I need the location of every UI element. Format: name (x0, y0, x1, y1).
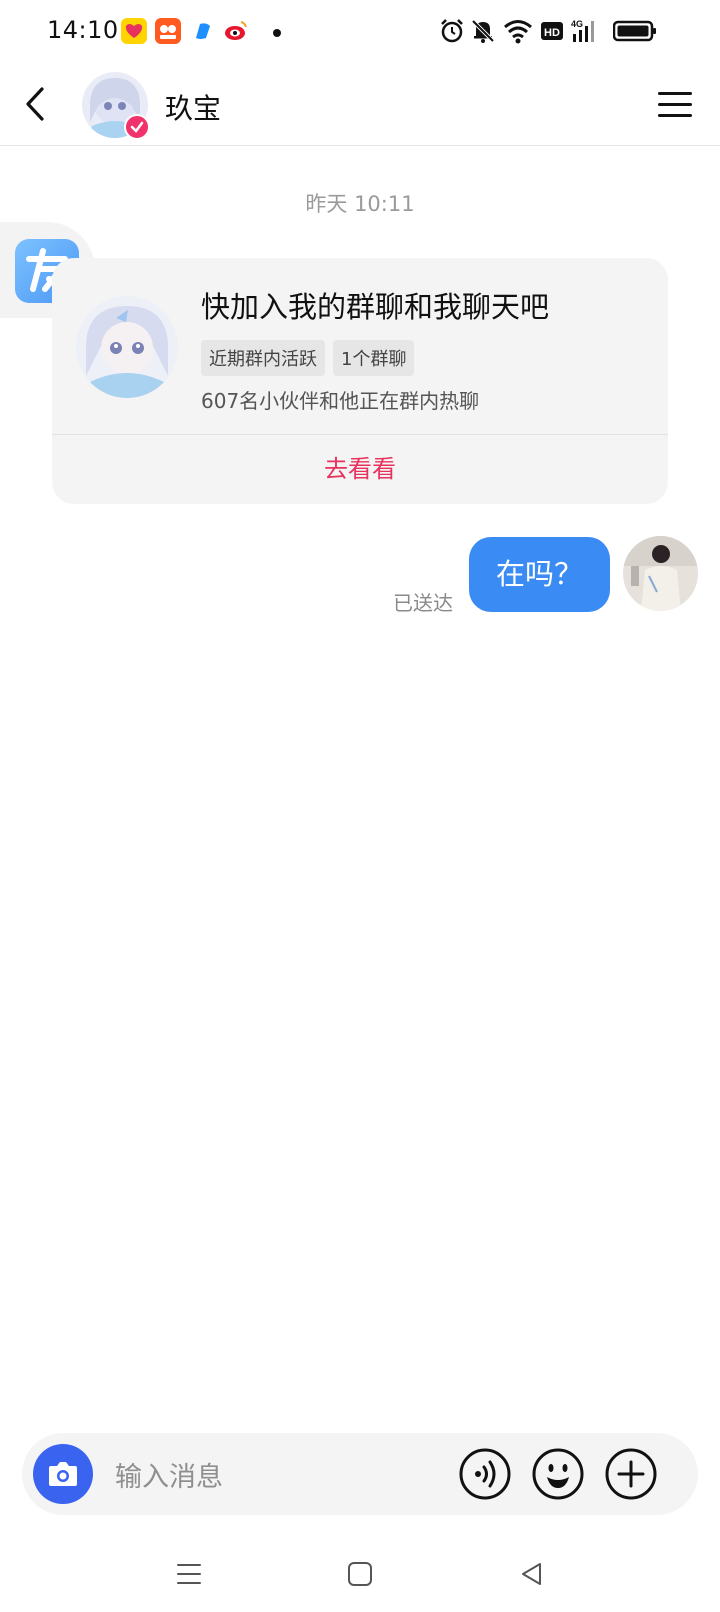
message-delivered-status: 已送达 (393, 591, 453, 615)
blue-app-icon (190, 18, 216, 44)
contact-avatar[interactable] (82, 72, 150, 140)
wifi-icon (504, 20, 532, 44)
hd-icon: HD (541, 22, 563, 40)
alarm-icon (441, 19, 463, 43)
go-see-button[interactable]: 去看看 (52, 435, 668, 504)
system-navigation-bar (0, 1540, 720, 1612)
message-timestamp: 昨天 10:11 (305, 192, 415, 216)
camera-button[interactable] (33, 1444, 93, 1504)
plus-button[interactable] (604, 1447, 658, 1501)
contact-name: 玖宝 (165, 92, 222, 125)
home-button[interactable] (346, 1560, 374, 1588)
tag-recent-active: 近期群内活跃 (201, 340, 325, 376)
group-card-tags: 近期群内活跃 1个群聊 (201, 340, 415, 376)
status-time: 14:10 (47, 16, 119, 44)
status-bar: 14:10 HD 4G (0, 0, 720, 64)
emoji-button[interactable] (531, 1447, 585, 1501)
chat-header: 玖宝 (0, 64, 720, 146)
menu-button[interactable] (656, 88, 694, 122)
more-notifications-dot (273, 29, 281, 37)
weibo-app-icon (223, 18, 249, 44)
my-avatar[interactable] (623, 536, 698, 611)
group-card-subtitle: 607名小伙伴和他正在群内热聊 (201, 389, 480, 413)
verified-badge-icon (124, 114, 150, 140)
group-invite-card[interactable]: 快加入我的群聊和我聊天吧 近期群内活跃 1个群聊 607名小伙伴和他正在群内热聊… (52, 258, 668, 504)
battery-icon (613, 20, 656, 42)
outgoing-message-bubble[interactable]: 在吗？ (469, 537, 610, 612)
tag-group-count: 1个群聊 (333, 340, 415, 376)
back-nav-button[interactable] (518, 1560, 546, 1588)
chat-screen: 14:10 HD 4G 玖宝 昨天 10:11 快加入我的群聊和我聊天吧 近期群… (0, 0, 720, 1612)
svg-text:HD: HD (544, 27, 560, 39)
recent-apps-button[interactable] (175, 1560, 203, 1588)
signal-4g-icon: 4G (571, 19, 594, 42)
voice-button[interactable] (458, 1447, 512, 1501)
mute-bell-icon (471, 19, 495, 43)
message-input-bar: 输入消息 (22, 1433, 698, 1515)
message-input[interactable]: 输入消息 (115, 1455, 223, 1494)
taobao-app-icon (155, 18, 181, 44)
group-card-title: 快加入我的群聊和我聊天吧 (201, 290, 550, 324)
camera-icon (49, 1462, 77, 1486)
back-button[interactable] (18, 84, 52, 124)
svg-text:4G: 4G (571, 19, 583, 29)
group-avatar (76, 296, 178, 398)
lottery-app-icon (121, 18, 147, 44)
